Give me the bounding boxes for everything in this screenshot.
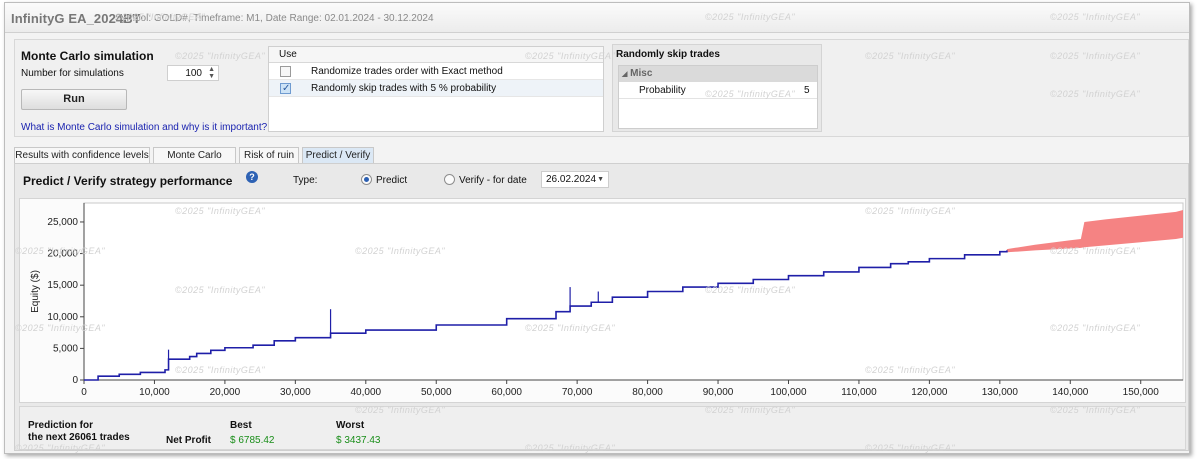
y-tick-label: 20,000 — [47, 249, 78, 260]
misc-group-label: Misc — [630, 68, 653, 79]
app-window: InfinityG EA_2024BT Symbol: GOLD#, Timef… — [4, 2, 1190, 454]
predict-verify-panel: Predict / Verify strategy performance ? … — [14, 163, 1189, 451]
simulations-stepper[interactable]: 100 ▲ ▼ — [167, 65, 219, 81]
x-tick-label: 130,000 — [982, 387, 1019, 398]
best-net-profit: $ 6785.42 — [230, 435, 275, 446]
tab-results-confidence[interactable]: Results with confidence levels — [14, 147, 150, 164]
app-subtitle: Symbol: GOLD#, Timeframe: M1, Date Range… — [115, 13, 434, 24]
misc-group-header[interactable]: ◢ Misc — [619, 66, 817, 82]
options-table-header: Use — [269, 47, 603, 63]
best-header: Best — [230, 420, 252, 431]
y-tick-label: 0 — [72, 375, 78, 386]
verify-radio[interactable] — [444, 174, 455, 185]
x-tick-label: 80,000 — [632, 387, 663, 398]
stepper-arrows-icon[interactable]: ▲ ▼ — [208, 66, 215, 80]
probability-row[interactable]: Probability 5 — [619, 82, 817, 99]
verify-date-select[interactable]: 26.02.2024 ▼ — [541, 171, 609, 188]
option-row-randomize[interactable]: Randomize trades order with Exact method — [269, 63, 603, 80]
predict-radio[interactable] — [361, 174, 372, 185]
x-tick-label: 90,000 — [703, 387, 734, 398]
tab-monte-carlo-chart[interactable]: Monte Carlo Chart — [153, 147, 236, 177]
x-tick-label: 110,000 — [841, 387, 877, 398]
y-axis-label: Equity ($) — [30, 270, 41, 313]
predict-verify-title: Predict / Verify strategy performance — [23, 174, 233, 188]
x-tick-label: 70,000 — [562, 387, 593, 398]
x-tick-label: 100,000 — [770, 387, 807, 398]
chevron-down-icon[interactable]: ▼ — [597, 172, 604, 187]
probability-value[interactable]: 5 — [804, 82, 810, 99]
prediction-summary: Prediction for the next 26061 trades Bes… — [19, 406, 1186, 450]
verify-radio-label[interactable]: Verify - for date — [459, 175, 527, 186]
property-grid: ◢ Misc Probability 5 — [618, 65, 818, 129]
skip-checkbox[interactable] — [280, 80, 291, 97]
x-tick-label: 140,000 — [1052, 387, 1089, 398]
skip-trades-panel: Randomly skip trades ◢ Misc Probability … — [612, 44, 822, 132]
monte-carlo-help-link[interactable]: What is Monte Carlo simulation and why i… — [21, 122, 267, 133]
skip-trades-title: Randomly skip trades — [616, 49, 720, 60]
equity-chart: 0 5,000 10,000 15,000 20,000 25,000 0 10,000 20,… — [19, 198, 1186, 403]
equity-chart-svg: 0 5,000 10,000 15,000 20,000 25,000 0 10,000 20,… — [30, 202, 1184, 398]
predict-radio-label[interactable]: Predict — [376, 175, 407, 186]
option-row-skip[interactable]: Randomly skip trades with 5 % probabilit… — [269, 80, 603, 97]
type-label: Type: — [293, 175, 318, 186]
x-tick-label: 20,000 — [210, 387, 241, 398]
info-icon[interactable]: ? — [246, 171, 258, 183]
worst-header: Worst — [336, 420, 365, 431]
x-tick-label: 150,000 — [1123, 387, 1160, 398]
tab-risk-of-ruin[interactable]: Risk of ruin — [239, 147, 299, 164]
x-tick-label: 40,000 — [350, 387, 381, 398]
x-tick-label: 0 — [81, 387, 87, 398]
y-tick-label: 15,000 — [47, 280, 78, 291]
randomize-checkbox[interactable] — [280, 66, 291, 77]
y-tick-label: 10,000 — [47, 312, 78, 323]
plot-area — [83, 202, 1184, 381]
x-tick-label: 30,000 — [280, 387, 311, 398]
prediction-label: Prediction for the next 26061 trades — [28, 420, 148, 444]
worst-net-profit: $ 3437.43 — [336, 435, 381, 446]
settings-panel: Monte Carlo simulation Number for simula… — [14, 39, 1189, 137]
net-profit-label: Net Profit — [166, 435, 211, 446]
option-label: Randomly skip trades with 5 % probabilit… — [311, 83, 497, 94]
x-tick-label: 120,000 — [911, 387, 948, 398]
run-button[interactable]: Run — [21, 89, 127, 110]
x-tick-label: 10,000 — [139, 387, 170, 398]
collapse-triangle-icon[interactable]: ◢ — [622, 71, 627, 78]
simulations-value: 100 — [185, 68, 202, 79]
y-tick-label: 25,000 — [47, 217, 78, 228]
simulations-label: Number for simulations — [21, 68, 124, 79]
use-column-header: Use — [279, 49, 297, 60]
x-tick-label: 60,000 — [491, 387, 522, 398]
x-tick-label: 50,000 — [421, 387, 452, 398]
prediction-label-line2: the next 26061 trades — [28, 432, 130, 443]
y-tick-label: 5,000 — [53, 343, 78, 354]
tab-predict-verify[interactable]: Predict / Verify — [302, 147, 374, 164]
prediction-label-line1: Prediction for — [28, 420, 94, 431]
monte-carlo-title: Monte Carlo simulation — [21, 49, 154, 63]
option-label: Randomize trades order with Exact method — [311, 66, 503, 77]
title-bar: InfinityG EA_2024BT Symbol: GOLD#, Timef… — [5, 3, 1189, 33]
probability-label: Probability — [639, 85, 686, 96]
options-table: Use Randomize trades order with Exact me… — [268, 46, 604, 132]
date-value: 26.02.2024 — [546, 174, 597, 185]
